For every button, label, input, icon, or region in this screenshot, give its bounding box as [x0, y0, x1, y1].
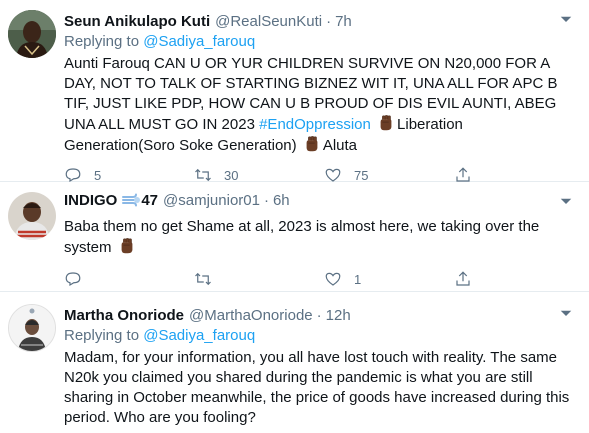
- author-name[interactable]: INDIGO: [64, 192, 117, 209]
- timestamp[interactable]: 7h: [335, 13, 352, 30]
- replying-label: Replying to: [64, 327, 140, 344]
- replying-to-link[interactable]: @Sadiya_farouq: [143, 327, 255, 344]
- heart-icon: [325, 272, 341, 286]
- more-icon[interactable]: [557, 192, 575, 215]
- raised-fist-emoji: [118, 237, 136, 255]
- raised-fist-emoji: [303, 135, 321, 153]
- author-name[interactable]: Seun Anikulapo Kuti: [64, 13, 210, 30]
- tweet-text-main: Madam, for your information, you all hav…: [64, 349, 570, 426]
- dash-emoji: [122, 193, 141, 207]
- tweet-text-end: Aluta: [322, 137, 358, 154]
- replying-to: Replying to @Sadiya_farouq: [64, 326, 577, 346]
- author-handle[interactable]: @RealSeunKuti: [215, 13, 322, 30]
- reply-count: 5: [94, 167, 102, 183]
- retweet-button[interactable]: [194, 270, 324, 288]
- replying-to: Replying to @Sadiya_farouq: [64, 32, 577, 52]
- tweet-actions: 1: [64, 264, 577, 294]
- tweet[interactable]: Seun Anikulapo Kuti @RealSeunKuti · 7h R…: [0, 0, 589, 183]
- share-button[interactable]: [454, 270, 494, 288]
- avatar[interactable]: [8, 192, 56, 240]
- hashtag-link[interactable]: #EndOppression: [259, 116, 371, 133]
- tweet[interactable]: Martha Onoriode @MarthaOnoriode · 12h Re…: [0, 292, 589, 433]
- avatar[interactable]: [8, 304, 56, 352]
- timestamp[interactable]: 6h: [273, 192, 290, 209]
- tweet[interactable]: INDIGO 47 @samjunior01 · 6h Baba them no…: [0, 182, 589, 292]
- tweet-text: Aunti Farouq CAN U OR YUR CHILDREN SURVI…: [64, 54, 577, 156]
- timestamp[interactable]: 12h: [326, 307, 351, 324]
- separator-dot: ·: [263, 191, 269, 209]
- separator-dot: ·: [316, 306, 322, 324]
- reply-button[interactable]: [64, 270, 194, 288]
- share-icon: [456, 271, 470, 286]
- tweet-text: Baba them no get Shame at all, 2023 is a…: [64, 217, 577, 258]
- author-handle[interactable]: @samjunior01: [163, 192, 260, 209]
- raised-fist-emoji: [377, 114, 395, 132]
- replying-label: Replying to: [64, 33, 140, 50]
- like-button[interactable]: 1: [324, 270, 454, 288]
- author-handle[interactable]: @MarthaOnoriode: [189, 307, 313, 324]
- tweet-text: Madam, for your information, you all hav…: [64, 348, 577, 428]
- author-name-suffix[interactable]: 47: [141, 192, 158, 209]
- more-icon[interactable]: [557, 304, 575, 327]
- reply-icon: [65, 272, 81, 287]
- retweet-count: 30: [224, 167, 239, 183]
- like-count: 1: [354, 271, 362, 287]
- retweet-icon: [195, 272, 211, 286]
- replying-to-link[interactable]: @Sadiya_farouq: [143, 33, 255, 50]
- like-count: 75: [354, 167, 369, 183]
- more-icon[interactable]: [557, 10, 575, 33]
- avatar[interactable]: [8, 10, 56, 58]
- separator-dot: ·: [326, 12, 332, 30]
- author-name[interactable]: Martha Onoriode: [64, 307, 184, 324]
